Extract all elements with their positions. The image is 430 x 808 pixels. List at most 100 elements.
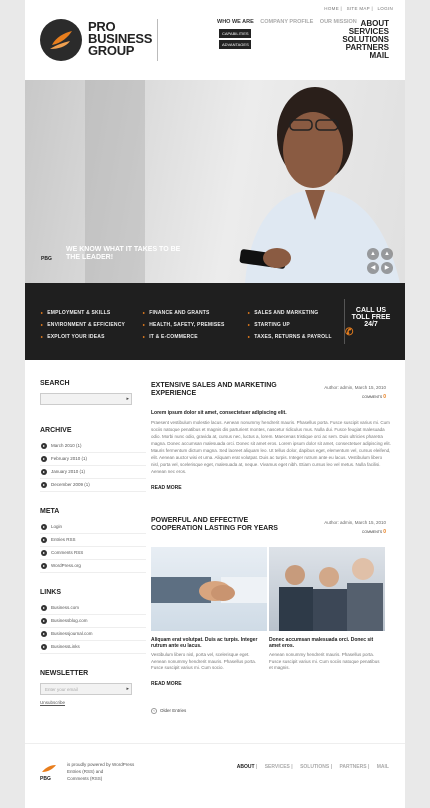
meta-item[interactable]: ▸ Comments RSS <box>40 547 146 560</box>
comments-link[interactable]: COMMENTS 0 <box>324 529 386 535</box>
post-lead: Lorem ipsum dolor sit amet, consectetuer… <box>151 410 287 416</box>
sidebar: SEARCH ▸ ARCHIVE ▸ March 2010 (1) ▸ Februa… <box>40 380 146 705</box>
footer-logo-text: PBG <box>40 776 51 782</box>
post-column-1: Aliquam erat volutpat. Duis ac turpis. I… <box>151 637 263 672</box>
post-title[interactable]: EXTENSIVE SALES AND MARKETING EXPERIENCE <box>151 382 291 398</box>
footer-nav-about[interactable]: ABOUT <box>237 764 255 770</box>
post-author-date: Author: admin, March 15, 2010 <box>324 385 386 390</box>
footer-powered: is proudly powered by WordPress <box>67 762 135 767</box>
meta-heading: META <box>40 508 60 515</box>
bullet-icon: ▸ <box>41 468 47 475</box>
service-link[interactable]: IT & E-COMMERCE <box>143 331 225 343</box>
footer-nav-partners[interactable]: PARTNERS <box>339 764 366 770</box>
search-input[interactable]: ▸ <box>40 393 132 405</box>
archive-item-label: January 2010 (1) <box>51 469 86 474</box>
link-item[interactable]: ▸ Business.com <box>40 602 146 615</box>
arrow-left-icon[interactable]: ◀ <box>367 262 379 274</box>
bullet-icon: ▸ <box>41 562 47 569</box>
arrow-up-icon[interactable]: ▲ <box>367 248 379 260</box>
top-link-home[interactable]: HOME <box>324 6 339 11</box>
bullet-icon: ▸ <box>41 549 47 556</box>
arrow-right-icon[interactable]: ▶ <box>381 262 393 274</box>
service-link[interactable]: SALES AND MARKETING <box>248 307 332 319</box>
nav-who-we-are[interactable]: WHO WE ARE <box>217 19 254 25</box>
logo-text[interactable]: PRO BUSINESS GROUP <box>88 20 152 58</box>
meta-item-label: Comments RSS <box>51 550 84 555</box>
unsubscribe-link[interactable]: Unsubscribe <box>40 700 146 705</box>
nav-submenu: CAPABILITIES ADVANTAGES <box>219 29 251 51</box>
post-body: Praesent vestibulum molestie lacus. Aene… <box>151 420 391 474</box>
link-item[interactable]: ▸ Businessblog.com <box>40 615 146 628</box>
comments-link[interactable]: COMMENTS 0 <box>324 394 386 400</box>
newsletter-placeholder: Enter your email <box>45 687 78 692</box>
bullet-icon: ▸ <box>41 455 47 462</box>
post-meta: Author: admin, March 15, 2010 COMMENTS 0 <box>324 385 386 400</box>
service-link[interactable]: STARTING UP <box>248 319 332 331</box>
service-link[interactable]: EMPLOYMENT & SKILLS <box>41 307 125 319</box>
meta-list: ▸ Login ▸ Entries RSS ▸ Comments RSS ▸ WordP… <box>40 521 146 573</box>
service-link[interactable]: EXPLOIT YOUR IDEAS <box>41 331 125 343</box>
hero-tagline: PBG WE KNOW WHAT IT TAKES TO BE THE LEAD… <box>41 246 180 262</box>
links-heading: LINKS <box>40 589 61 596</box>
post-title[interactable]: POWERFUL AND EFFECTIVE COOPERATION LASTI… <box>151 517 291 533</box>
service-link[interactable]: TAXES, RETURNS & PAYROLL <box>248 331 332 343</box>
footer-logo[interactable]: PBG <box>40 764 58 782</box>
footer-nav-services[interactable]: SERVICES <box>265 764 290 770</box>
link-item-label: Businessjournal.com <box>51 631 93 636</box>
column-body: Aenean nonummy hendrerit mauris. Phasell… <box>269 652 380 670</box>
column-title: Aliquam erat volutpat. Duis ac turpis. I… <box>151 637 258 649</box>
read-more-link[interactable]: READ MORE <box>151 485 391 491</box>
footer-logo-icon <box>42 765 56 772</box>
top-links: HOME | SITE MAP | LOGIN <box>324 6 393 11</box>
footer-nav-solutions[interactable]: SOLUTIONS <box>300 764 329 770</box>
archive-item-label: March 2010 (1) <box>51 443 82 448</box>
footer-nav-mail[interactable]: MAIL <box>377 764 389 770</box>
bullet-icon: ▸ <box>41 523 47 530</box>
top-link-sitemap[interactable]: SITE MAP <box>347 6 370 11</box>
search-go-icon[interactable]: ▸ <box>126 396 129 402</box>
top-link-login[interactable]: LOGIN <box>377 6 393 11</box>
header: PRO BUSINESS GROUP HOME | SITE MAP | LOG… <box>25 0 405 80</box>
chevron-left-icon: ‹ <box>151 708 157 714</box>
nav-mail[interactable]: MAIL <box>342 52 389 60</box>
bullet-icon: ▸ <box>41 442 47 449</box>
call-line-1: CALL US <box>355 307 387 314</box>
comments-label: COMMENTS <box>361 395 383 399</box>
meta-item[interactable]: ▸ WordPress.org <box>40 560 146 573</box>
post-1: EXTENSIVE SALES AND MARKETING EXPERIENCE… <box>151 382 391 491</box>
footer-entries-rss[interactable]: Entries (RSS) and <box>67 768 134 775</box>
service-link[interactable]: ENVIRONMENT & EFFICIENCY <box>41 319 125 331</box>
logo-divider <box>157 19 158 61</box>
link-item[interactable]: ▸ Businessjournal.com <box>40 628 146 641</box>
archive-heading: ARCHIVE <box>40 427 72 434</box>
hero-slogan: WE KNOW WHAT IT TAKES TO BE THE LEADER! <box>66 246 181 261</box>
nav-sub-capabilities[interactable]: CAPABILITIES <box>219 29 251 38</box>
post-column-2: Donec accumsan malesuada orci. Donec sit… <box>269 637 381 672</box>
newsletter-heading: NEWSLETTER <box>40 670 89 677</box>
services-col-2: FINANCE AND GRANTS HEALTH, SAFETY, PREMI… <box>143 307 225 343</box>
links-list: ▸ Business.com ▸ Businessblog.com ▸ Busines… <box>40 602 146 654</box>
meta-item[interactable]: ▸ Login <box>40 521 146 534</box>
logo-icon[interactable] <box>40 19 82 61</box>
nav-company-profile[interactable]: COMPANY PROFILE <box>260 19 313 25</box>
service-link[interactable]: FINANCE AND GRANTS <box>143 307 225 319</box>
search-heading: SEARCH <box>40 380 70 387</box>
arrow-up-icon-2[interactable]: ▲ <box>381 248 393 260</box>
link-item-label: BusinessLinks <box>51 644 80 649</box>
archive-item[interactable]: ▸ December 2009 (1) <box>40 479 146 492</box>
meta-item[interactable]: ▸ Entries RSS <box>40 534 146 547</box>
older-entries-link[interactable]: ‹ Older Entries <box>151 708 186 714</box>
archive-item[interactable]: ▸ February 2010 (1) <box>40 453 146 466</box>
service-link[interactable]: HEALTH, SAFETY, PREMISES <box>143 319 225 331</box>
newsletter-submit-icon[interactable]: ▸ <box>126 686 129 692</box>
link-item[interactable]: ▸ BusinessLinks <box>40 641 146 654</box>
logo-line-3: GROUP <box>88 43 135 58</box>
archive-item[interactable]: ▸ January 2010 (1) <box>40 466 146 479</box>
read-more-link[interactable]: READ MORE <box>151 681 391 687</box>
nav-sub-advantages[interactable]: ADVANTAGES <box>219 40 251 49</box>
main-nav: WHO WE ARE COMPANY PROFILE OUR MISSION <box>217 19 362 25</box>
newsletter-email-field[interactable]: Enter your email ▸ <box>40 683 132 695</box>
archive-item[interactable]: ▸ March 2010 (1) <box>40 440 146 453</box>
footer-comments-rss[interactable]: Comments (RSS) <box>67 775 134 782</box>
hero-pbg-logo: PBG <box>41 256 52 262</box>
